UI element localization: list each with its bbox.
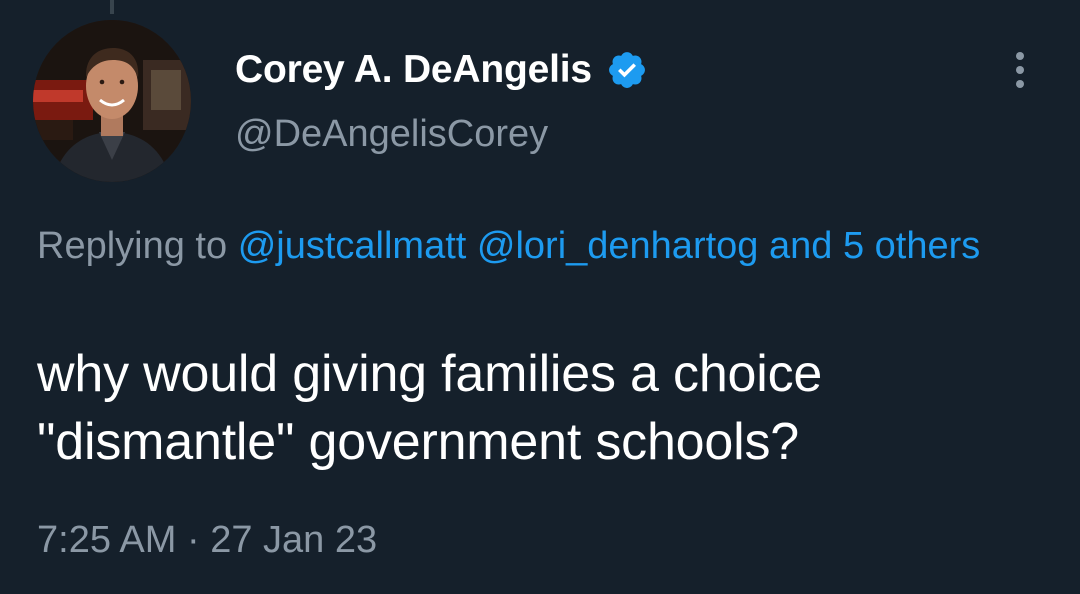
more-dot <box>1016 80 1024 88</box>
author-handle[interactable]: @DeAngelisCorey <box>235 113 548 156</box>
tweet-card: Corey A. DeAngelis @DeAngelisCorey Reply… <box>0 0 1080 594</box>
mention-lori-denhartog[interactable]: @lori_denhartog <box>477 225 759 267</box>
more-options-icon[interactable] <box>1000 45 1040 95</box>
tweet-time[interactable]: 7:25 AM <box>37 519 176 561</box>
author-display-name[interactable]: Corey A. DeAngelis <box>235 48 592 92</box>
verified-badge-icon <box>606 49 648 91</box>
author-name-row: Corey A. DeAngelis <box>235 44 648 96</box>
mention-others-link[interactable]: and 5 others <box>769 225 980 267</box>
mention-justcallmatt[interactable]: @justcallmatt <box>238 225 467 267</box>
tweet-text-line-2: "dismantle" government schools? <box>37 413 799 471</box>
replying-to-line: Replying to @justcallmatt @lori_denharto… <box>37 218 1047 274</box>
tweet-text: why would giving families a choice "dism… <box>37 340 1067 476</box>
more-dot <box>1016 66 1024 74</box>
more-dot <box>1016 52 1024 60</box>
tweet-text-line-1: why would giving families a choice <box>37 345 823 403</box>
avatar[interactable] <box>33 20 191 182</box>
timestamp-separator: · <box>186 519 200 561</box>
thread-connector-line <box>110 0 114 14</box>
tweet-timestamp: 7:25 AM · 27 Jan 23 <box>37 512 377 568</box>
tweet-date[interactable]: 27 Jan 23 <box>210 519 377 561</box>
replying-to-label: Replying to <box>37 225 228 267</box>
